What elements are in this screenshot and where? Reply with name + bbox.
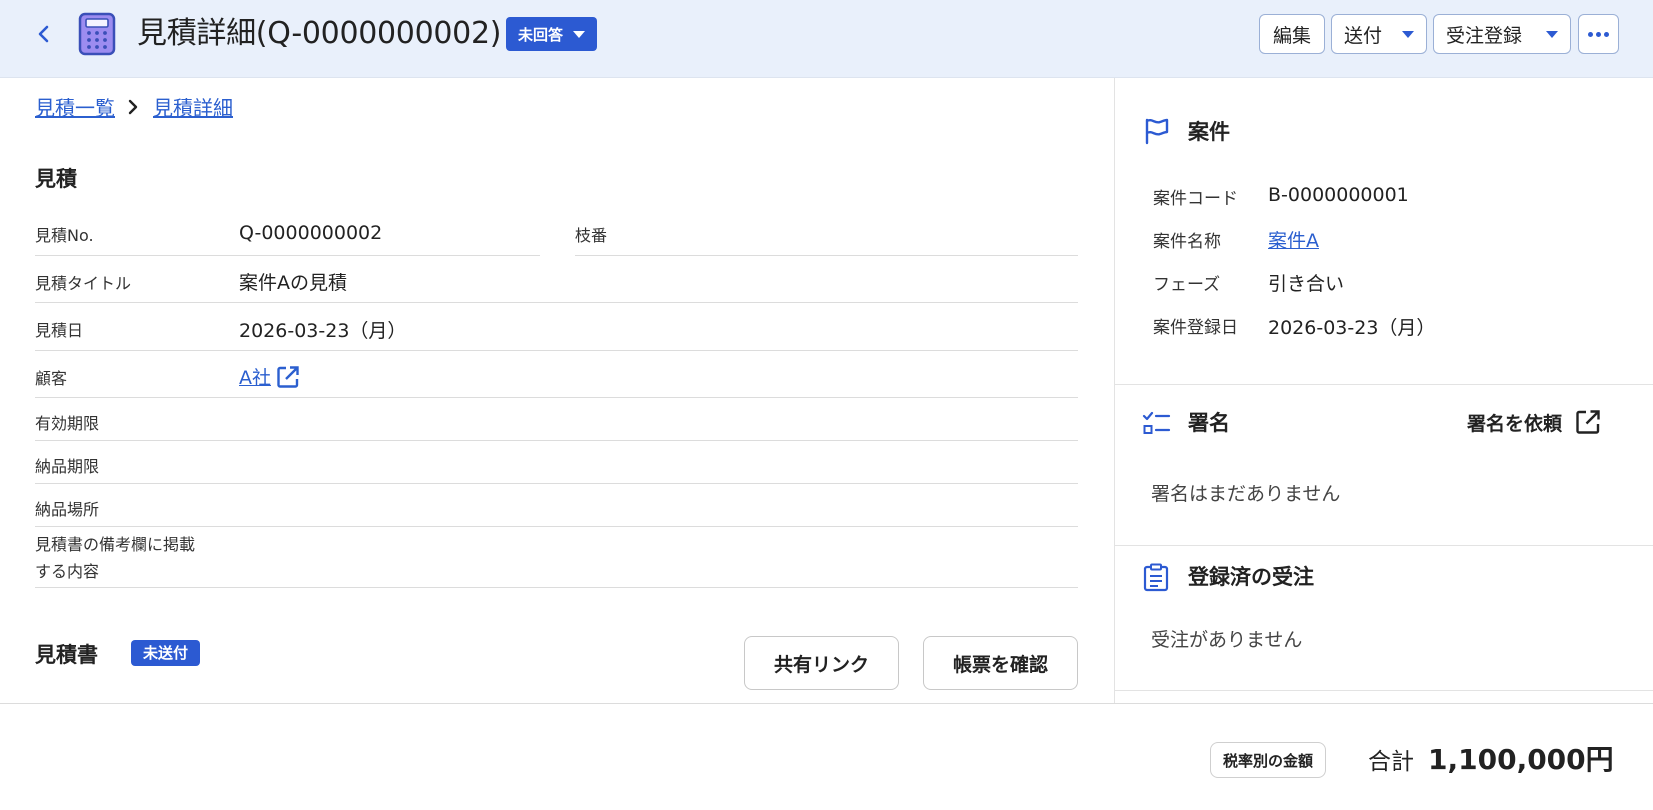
- document-status-badge: 未送付: [131, 640, 201, 666]
- delivery-place-label: 納品場所: [35, 500, 100, 519]
- flag-icon: [1145, 118, 1169, 145]
- customer-row: 顧客 A社: [35, 351, 1078, 398]
- quote-title-value: 案件Aの見積: [239, 272, 347, 294]
- external-link-icon: [1576, 410, 1600, 434]
- page-header: 見積詳細(Q-0000000002) 未回答 編集 送付 受注登録: [0, 0, 1653, 78]
- clipboard-icon: [1143, 563, 1169, 592]
- caret-down-icon: [1546, 30, 1558, 38]
- total-value: 1,100,000円: [1428, 743, 1614, 776]
- project-registered-label: 案件登録日: [1153, 318, 1238, 338]
- send-button-label: 送付: [1344, 24, 1383, 47]
- project-code-label: 案件コード: [1153, 189, 1238, 209]
- status-label: 未回答: [518, 25, 564, 44]
- orders-section-title: 登録済の受注: [1188, 565, 1314, 589]
- chevron-left-icon: [38, 25, 49, 43]
- more-menu-button[interactable]: [1578, 14, 1619, 54]
- breadcrumb-quote-detail[interactable]: 見積詳細: [153, 92, 233, 121]
- quote-title-label: 見積タイトル: [35, 274, 132, 293]
- remarks-label-line2: する内容: [35, 562, 100, 581]
- divider: [1114, 690, 1653, 691]
- status-dropdown[interactable]: 未回答: [506, 17, 598, 51]
- share-link-button[interactable]: 共有リンク: [744, 636, 899, 690]
- more-horizontal-icon: [1588, 31, 1609, 37]
- orders-empty-message: 受注がありません: [1151, 629, 1303, 651]
- quote-date-label: 見積日: [35, 321, 84, 340]
- page-title: 見積詳細(Q-0000000002): [137, 16, 502, 51]
- signature-section-title: 署名: [1188, 411, 1230, 435]
- order-register-label: 受注登録: [1446, 24, 1523, 47]
- panel-divider: [1114, 78, 1115, 703]
- quote-section-title: 見積: [35, 167, 77, 191]
- back-button[interactable]: [30, 20, 58, 48]
- chevron-right-icon: [127, 97, 141, 117]
- valid-until-label: 有効期限: [35, 414, 100, 433]
- quote-title-row: 見積タイトル 案件Aの見積: [35, 256, 1078, 303]
- project-section-title: 案件: [1188, 120, 1230, 144]
- delivery-deadline-row: 納品期限: [35, 441, 1078, 484]
- phase-value: 引き合い: [1268, 273, 1345, 295]
- phase-label: フェーズ: [1153, 275, 1221, 295]
- request-signature-button[interactable]: 署名を依頼: [1467, 408, 1602, 436]
- footer-divider: [0, 703, 1653, 704]
- quote-date-value: 2026-03-23（月）: [239, 320, 407, 342]
- checklist-icon: [1142, 411, 1171, 434]
- divider: [1114, 545, 1653, 546]
- caret-down-icon: [573, 30, 586, 38]
- project-registered-value: 2026-03-23（月）: [1268, 317, 1436, 339]
- quote-no-label: 見積No.: [35, 226, 94, 245]
- external-link-icon[interactable]: [275, 364, 301, 390]
- divider: [1114, 384, 1653, 385]
- quote-date-row: 見積日 2026-03-23（月）: [35, 303, 1078, 351]
- customer-link[interactable]: A社: [239, 363, 271, 390]
- check-form-label: 帳票を確認: [952, 653, 1048, 676]
- document-section-title: 見積書: [35, 643, 98, 667]
- delivery-deadline-label: 納品期限: [35, 457, 100, 476]
- project-code-value: B-0000000001: [1268, 184, 1409, 206]
- quote-no-value: Q-0000000002: [239, 222, 383, 244]
- edit-button[interactable]: 編集: [1259, 14, 1325, 54]
- send-button[interactable]: 送付: [1331, 14, 1427, 54]
- customer-link-wrap: A社: [239, 363, 301, 390]
- order-register-button[interactable]: 受注登録: [1433, 14, 1571, 54]
- delivery-place-row: 納品場所: [35, 484, 1078, 527]
- signature-empty-message: 署名はまだありません: [1151, 483, 1341, 505]
- share-link-label: 共有リンク: [773, 653, 869, 676]
- remarks-label: 見積書の備考欄に掲載 する内容: [35, 531, 195, 585]
- calculator-icon: [78, 12, 116, 56]
- tax-rate-amount-button[interactable]: 税率別の金額: [1210, 742, 1327, 778]
- quote-no-row: 見積No. Q-0000000002 枝番: [35, 210, 1078, 256]
- breadcrumb-quote-list[interactable]: 見積一覧: [35, 92, 115, 121]
- customer-label: 顧客: [35, 369, 68, 388]
- total-label: 合計: [1368, 749, 1414, 775]
- check-form-button[interactable]: 帳票を確認: [923, 636, 1078, 690]
- branch-label: 枝番: [575, 226, 608, 245]
- project-name-label: 案件名称: [1153, 232, 1221, 252]
- valid-until-row: 有効期限: [35, 398, 1078, 441]
- breadcrumb: 見積一覧 見積詳細: [35, 92, 233, 121]
- request-signature-label: 署名を依頼: [1467, 412, 1563, 435]
- project-name-link[interactable]: 案件A: [1268, 226, 1319, 253]
- remarks-label-line1: 見積書の備考欄に掲載: [35, 535, 196, 554]
- remarks-row: 見積書の備考欄に掲載 する内容: [35, 527, 1078, 588]
- caret-down-icon: [1402, 30, 1414, 38]
- tax-rate-amount-label: 税率別の金額: [1223, 751, 1314, 770]
- edit-button-label: 編集: [1272, 24, 1311, 47]
